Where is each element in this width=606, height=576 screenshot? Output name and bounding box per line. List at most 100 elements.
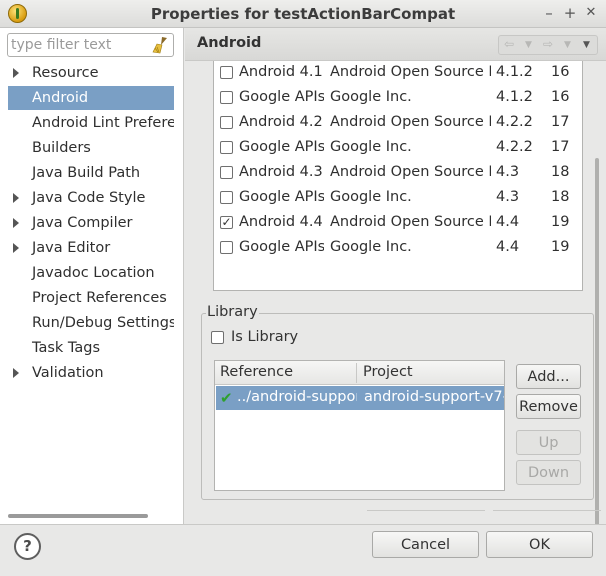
history-navigation: ⇦ ▼ ⇨ ▼ ▼ [498, 35, 598, 55]
divider [367, 510, 485, 511]
target-row[interactable]: Google APIs Google Inc. 4.4 19 [214, 236, 582, 261]
minimize-button[interactable]: – [540, 4, 558, 22]
target-checkbox[interactable]: ✓ [220, 216, 233, 229]
help-icon[interactable]: ? [14, 533, 41, 560]
target-name-cell: Android 4.2.2 [239, 114, 324, 130]
target-checkbox[interactable] [220, 191, 233, 204]
target-platform-cell: 4.3 [496, 164, 520, 180]
sidebar-item-label: Android [32, 90, 89, 106]
move-up-button[interactable]: Up [516, 430, 581, 455]
reference-column-header[interactable]: Reference [220, 364, 293, 380]
target-checkbox[interactable] [220, 116, 233, 129]
expand-arrow-icon[interactable] [13, 193, 19, 203]
target-platform-cell: 4.1.2 [496, 89, 533, 105]
target-api-cell: 17 [551, 114, 570, 130]
sidebar-item[interactable]: Android Lint Preferences [8, 111, 174, 135]
target-vendor-cell: Android Open Source Project [330, 164, 491, 180]
target-row[interactable]: Google APIs Google Inc. 4.3 18 [214, 186, 582, 211]
target-checkbox[interactable] [220, 66, 233, 79]
move-down-button[interactable]: Down [516, 460, 581, 485]
sidebar-item-label: Javadoc Location [32, 265, 155, 281]
window-title: Properties for testActionBarCompat [150, 5, 456, 23]
target-vendor-cell: Google Inc. [330, 189, 412, 205]
sidebar-item[interactable]: Resource [8, 61, 174, 85]
sidebar-item-label: Android Lint Preferences [32, 115, 174, 131]
clear-filter-icon[interactable] [151, 36, 169, 54]
target-vendor-cell: Android Open Source Project [330, 214, 491, 230]
preference-sidebar: Resource Android Android Lint Preferences B… [0, 28, 184, 524]
sidebar-item[interactable]: Builders [8, 136, 174, 160]
sidebar-item-label: Run/Debug Settings [32, 315, 174, 331]
target-platform-cell: 4.4 [496, 239, 520, 255]
back-arrow-icon[interactable]: ⇦ [504, 37, 514, 51]
sidebar-item[interactable]: Task Tags [8, 336, 174, 360]
target-row[interactable]: Google APIs Google Inc. 4.2.2 17 [214, 136, 582, 161]
back-menu-icon[interactable]: ▼ [525, 40, 532, 50]
target-platform-cell: 4.2.2 [496, 139, 533, 155]
sidebar-item-label: Resource [32, 65, 99, 81]
target-row[interactable]: Android 4.3 Android Open Source Project 4.… [214, 161, 582, 186]
build-target-table: Android 4.1.2 Android Open Source Project… [213, 61, 583, 291]
target-checkbox[interactable] [220, 91, 233, 104]
valid-check-icon: ✔ [220, 389, 233, 407]
target-api-cell: 16 [551, 64, 570, 80]
view-menu-chevron-icon[interactable]: ▼ [583, 40, 590, 50]
library-reference-cell: ../android-support-v7-appcompat [237, 389, 357, 405]
target-vendor-cell: Google Inc. [330, 139, 412, 155]
ok-button[interactable]: OK [486, 531, 593, 558]
library-row[interactable]: ✔ ../android-support-v7-appcompat androi… [216, 386, 504, 410]
expand-arrow-icon[interactable] [13, 218, 19, 228]
sidebar-item[interactable]: Java Compiler [8, 211, 174, 235]
maximize-button[interactable]: + [561, 4, 579, 22]
target-row[interactable]: Android 4.1.2 Android Open Source Project… [214, 61, 582, 86]
forward-menu-icon[interactable]: ▼ [564, 40, 571, 50]
close-button[interactable]: ✕ [582, 4, 600, 22]
target-name-cell: Google APIs [239, 89, 324, 105]
sidebar-item-label: Builders [32, 140, 91, 156]
sidebar-item[interactable]: Java Code Style [8, 186, 174, 210]
filter-input[interactable] [11, 36, 151, 54]
target-vendor-cell: Google Inc. [330, 89, 412, 105]
column-divider[interactable] [356, 363, 357, 383]
sidebar-item[interactable]: Validation [8, 361, 174, 385]
target-row[interactable]: ✓ Android 4.4 Android Open Source Project 4… [214, 211, 582, 236]
sidebar-item-label: Java Code Style [32, 190, 146, 206]
sidebar-item[interactable]: Project References [8, 286, 174, 310]
page-title: Android [197, 35, 262, 51]
target-checkbox[interactable] [220, 141, 233, 154]
target-name-cell: Android 4.4 [239, 214, 323, 230]
target-row[interactable]: Google APIs Google Inc. 4.1.2 16 [214, 86, 582, 111]
target-vendor-cell: Android Open Source Project [330, 64, 491, 80]
target-row[interactable]: Android 4.2.2 Android Open Source Project… [214, 111, 582, 136]
target-name-cell: Google APIs [239, 189, 324, 205]
title-bar: Properties for testActionBarCompat – + ✕ [0, 0, 606, 28]
sidebar-item-label: Validation [32, 365, 104, 381]
remove-library-button[interactable]: Remove [516, 394, 581, 419]
forward-arrow-icon[interactable]: ⇨ [543, 37, 553, 51]
expand-arrow-icon[interactable] [13, 243, 19, 253]
target-checkbox[interactable] [220, 241, 233, 254]
target-name-cell: Google APIs [239, 139, 324, 155]
sidebar-item[interactable]: Java Editor [8, 236, 174, 260]
page-header: Android ⇦ ▼ ⇨ ▼ ▼ [185, 28, 606, 61]
target-checkbox[interactable] [220, 166, 233, 179]
sidebar-item[interactable]: Android [8, 86, 174, 110]
sidebar-item[interactable]: Run/Debug Settings [8, 311, 174, 335]
library-group: Library Is Library Reference Project ✔ .… [201, 304, 594, 500]
add-library-button[interactable]: Add... [516, 364, 581, 389]
sidebar-item[interactable]: Java Build Path [8, 161, 174, 185]
divider [493, 510, 601, 511]
project-column-header[interactable]: Project [363, 364, 413, 380]
sidebar-item-label: Java Compiler [32, 215, 133, 231]
sidebar-item[interactable]: Javadoc Location [8, 261, 174, 285]
is-library-checkbox[interactable] [211, 331, 224, 344]
sidebar-horizontal-scrollbar[interactable] [8, 514, 148, 518]
sidebar-item-label: Java Editor [32, 240, 111, 256]
page-vertical-scrollbar[interactable] [595, 158, 599, 538]
expand-arrow-icon[interactable] [13, 68, 19, 78]
target-api-cell: 19 [551, 214, 570, 230]
expand-arrow-icon[interactable] [13, 368, 19, 378]
library-project-cell: android-support-v7-appcompat [364, 389, 504, 405]
is-library-label: Is Library [231, 329, 299, 345]
cancel-button[interactable]: Cancel [372, 531, 479, 558]
